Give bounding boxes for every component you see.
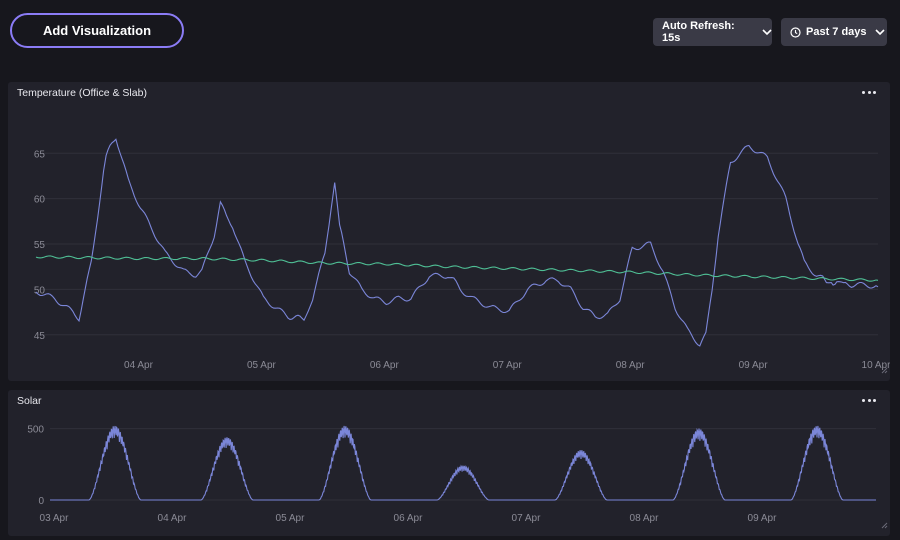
temperature-panel: Temperature (Office & Slab) 45 50 55 60 65 04… [8,82,890,381]
chevron-down-icon [762,28,772,36]
y-tick-label: 60 [34,195,46,206]
x-tick-label: 03 Apr [40,513,70,524]
auto-refresh-label: Auto Refresh: 15s [662,20,735,44]
clock-icon [790,26,801,38]
chevron-down-icon [874,28,885,36]
x-tick-label: 08 Apr [616,360,646,371]
office-temperature-series [35,138,879,347]
solar-chart: 0 500 03 Apr 04 Apr 05 Apr 06 Apr 07 Apr 08 Apr… [27,425,876,524]
dashboard-toolbar: Add Visualization Auto Refresh: 15s Past… [0,0,900,66]
auto-refresh-dropdown[interactable]: Auto Refresh: 15s [653,18,772,46]
x-tick-label: 05 Apr [276,513,306,524]
x-tick-label: 05 Apr [247,360,277,371]
y-tick-label: 65 [34,149,46,160]
x-tick-label: 07 Apr [493,360,523,371]
x-tick-label: 06 Apr [394,513,424,524]
solar-series [50,425,876,501]
temperature-chart: 455055606504 Apr 05 Apr 06 Apr 07 Apr 08 Apr… [34,138,890,371]
y-tick-label: 55 [34,240,46,251]
time-range-label: Past 7 days [806,26,867,38]
time-range-dropdown[interactable]: Past 7 days [781,18,887,46]
y-tick-label: 45 [34,331,46,342]
x-tick-label: 07 Apr [512,513,542,524]
resize-handle-icon[interactable] [881,361,888,379]
slab-temperature-series [35,255,879,282]
x-tick-label: 06 Apr [370,360,400,371]
x-tick-label: 04 Apr [124,360,154,371]
x-tick-label: 08 Apr [630,513,660,524]
y-tick-label: 500 [27,425,44,436]
x-tick-label: 09 Apr [748,513,778,524]
add-visualization-button[interactable]: Add Visualization [10,13,184,48]
resize-handle-icon[interactable] [881,516,888,534]
solar-panel: Solar 0 500 03 Apr 04 Apr 05 Apr 06 Apr 07 Apr… [8,390,890,536]
x-tick-label: 04 Apr [158,513,188,524]
y-tick-label: 0 [38,496,44,507]
x-tick-label: 09 Apr [739,360,769,371]
